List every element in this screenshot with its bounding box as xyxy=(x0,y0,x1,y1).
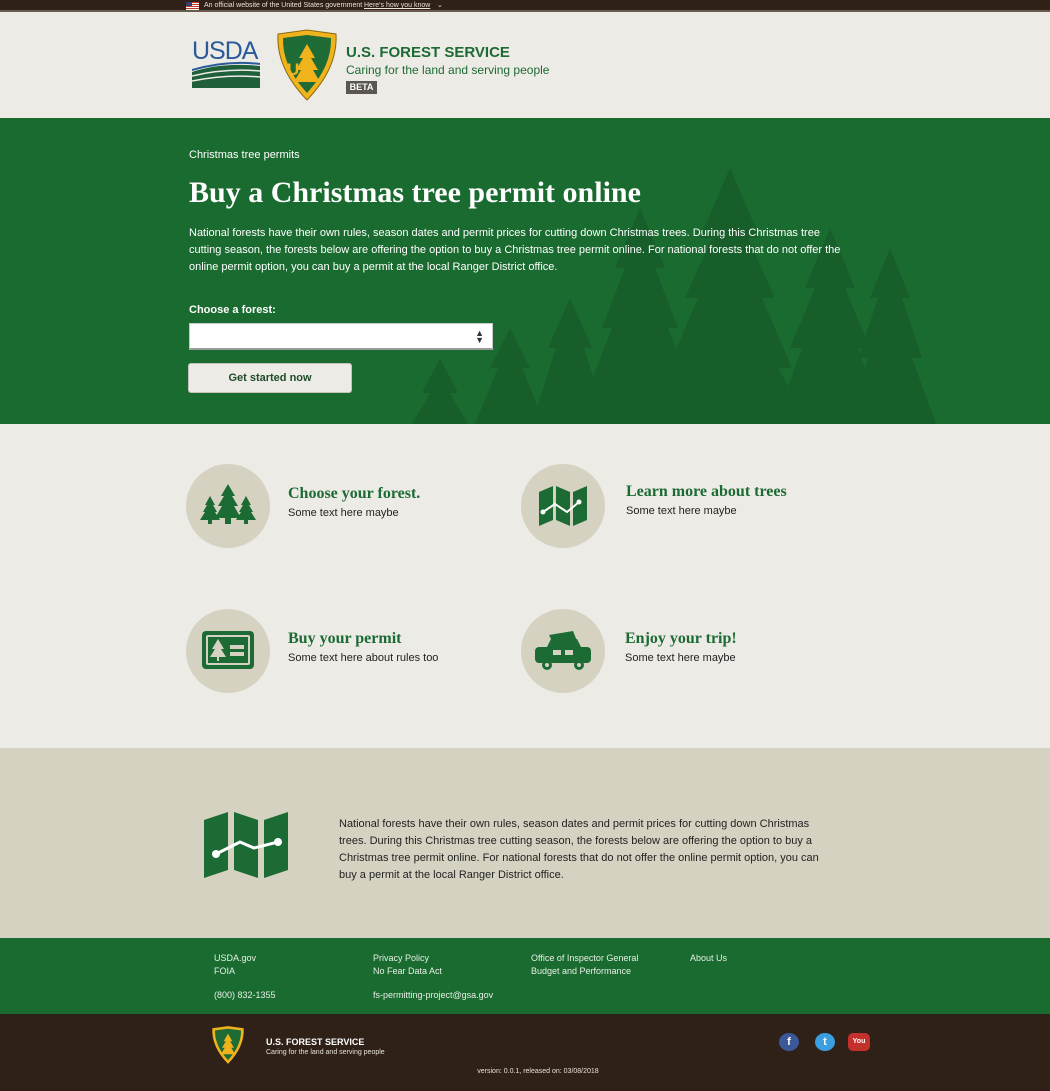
footer-phone[interactable]: (800) 832-1355 xyxy=(214,989,276,1002)
usda-logo[interactable]: USDA xyxy=(192,38,260,88)
info-section: National forests have their own rules, s… xyxy=(0,748,1050,938)
footer-links: USDA.gov FOIA (800) 832-1355 Privacy Pol… xyxy=(0,938,1050,1014)
feature-title-learn-trees: Learn more about trees xyxy=(626,483,787,500)
beta-badge: BETA xyxy=(346,81,377,94)
select-arrows-icon: ▲ ▼ xyxy=(475,328,484,345)
car-with-tree-icon xyxy=(535,631,591,670)
page-title: Buy a Christmas tree permit online xyxy=(189,176,641,209)
trees-icon-circle xyxy=(186,464,270,548)
bottom-footer: U.S. FOREST SERVICE Caring for the land … xyxy=(0,1014,1050,1091)
forest-service-shield-icon[interactable]: US xyxy=(274,28,340,102)
hero-section: Christmas tree permits Buy a Christmas t… xyxy=(0,118,1050,424)
footer-email[interactable]: fs-permitting-project@gsa.gov xyxy=(373,989,493,1002)
gov-banner: An official website of the United States… xyxy=(0,0,1050,12)
permit-card-icon-circle xyxy=(186,609,270,693)
footer-link-privacy[interactable]: Privacy Policy xyxy=(373,952,429,965)
gov-banner-text: An official website of the United States… xyxy=(204,2,363,9)
trees-icon xyxy=(200,484,256,524)
info-text: National forests have their own rules, s… xyxy=(339,818,819,881)
forest-select[interactable]: ▲ ▼ xyxy=(189,323,493,350)
youtube-icon[interactable]: You xyxy=(848,1033,870,1051)
feature-title-enjoy-trip: Enjoy your trip! xyxy=(625,630,737,647)
chevron-down-icon[interactable]: ⌄ xyxy=(437,1,443,11)
get-started-button[interactable]: Get started now xyxy=(188,363,352,393)
feature-text-choose-forest: Some text here maybe xyxy=(288,507,399,519)
car-icon-circle xyxy=(521,609,605,693)
feature-text-buy-permit: Some text here about rules too xyxy=(288,652,439,664)
version-text: version: 0.0.1, released on: 03/08/2018 xyxy=(477,1068,599,1075)
footer-link-foia[interactable]: FOIA xyxy=(214,965,235,978)
agency-title[interactable]: U.S. FOREST SERVICE xyxy=(346,44,510,62)
feature-text-learn-trees: Some text here maybe xyxy=(626,505,737,517)
footer-link-no-fear[interactable]: No Fear Data Act xyxy=(373,965,442,978)
feature-text-enjoy-trip: Some text here maybe xyxy=(625,652,736,664)
choose-forest-label: Choose a forest: xyxy=(189,304,276,316)
feature-title-choose-forest: Choose your forest. xyxy=(288,485,421,502)
forest-service-shield-icon[interactable] xyxy=(210,1025,246,1065)
usda-hills-icon xyxy=(192,61,260,88)
feature-title-buy-permit: Buy your permit xyxy=(288,630,402,647)
agency-tagline: Caring for the land and serving people xyxy=(346,63,550,77)
footer-agency-tagline: Caring for the land and serving people xyxy=(266,1049,385,1056)
twitter-icon[interactable]: t xyxy=(815,1033,835,1051)
permit-card-icon xyxy=(202,631,254,669)
footer-agency-name: U.S. FOREST SERVICE xyxy=(266,1037,365,1047)
site-header: USDA US U.S. FOREST SERVICE Caring for t… xyxy=(0,14,1050,118)
breadcrumb[interactable]: Christmas tree permits xyxy=(189,148,300,162)
map-icon xyxy=(204,812,288,878)
us-flag-icon xyxy=(186,2,199,10)
hero-description: National forests have their own rules, s… xyxy=(189,227,841,273)
footer-link-about[interactable]: About Us xyxy=(690,952,727,965)
footer-link-usda[interactable]: USDA.gov xyxy=(214,952,256,965)
map-icon-circle xyxy=(521,464,605,548)
features-section: Choose your forest. Some text here maybe… xyxy=(0,424,1050,748)
svg-text:US: US xyxy=(287,60,311,79)
footer-link-budget[interactable]: Budget and Performance xyxy=(531,965,631,978)
footer-link-oig[interactable]: Office of Inspector General xyxy=(531,952,638,965)
facebook-icon[interactable]: f xyxy=(779,1033,799,1051)
heres-how-you-know-link[interactable]: Here's how you know xyxy=(364,1,430,11)
map-icon xyxy=(539,486,587,526)
